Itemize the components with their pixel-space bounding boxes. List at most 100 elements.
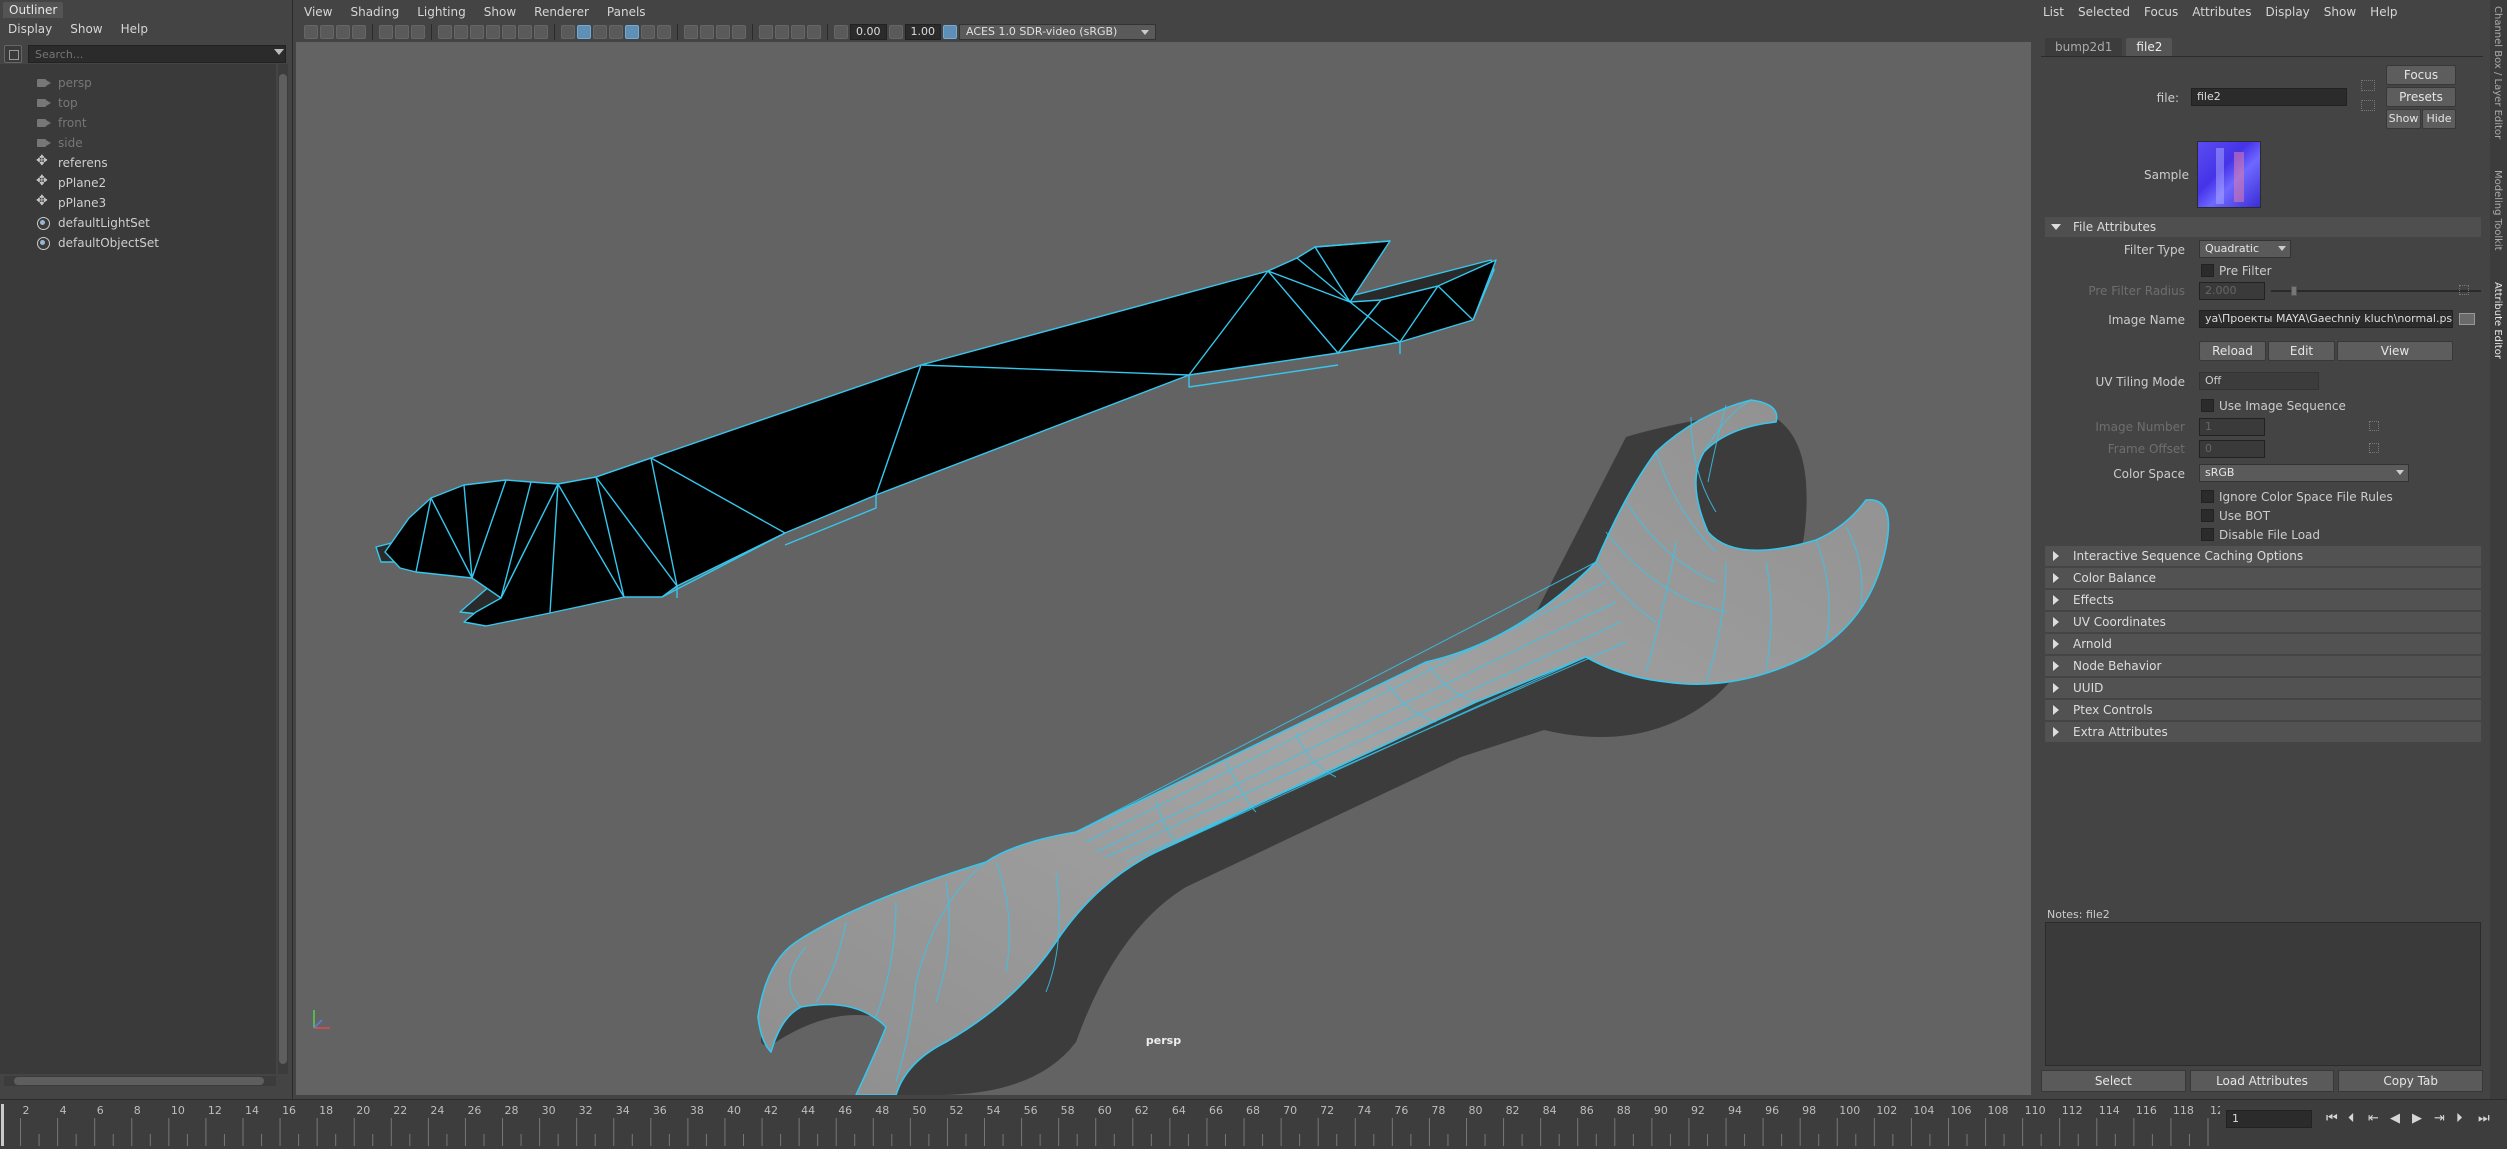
ae-menu-help[interactable]: Help <box>2370 5 2397 19</box>
copy-tab-button[interactable]: Copy Tab <box>2338 1070 2484 1092</box>
current-frame-field[interactable]: 1 <box>2226 1110 2312 1128</box>
smooth-wrench-mesh[interactable] <box>757 399 1890 1095</box>
pre-filter-radius-field[interactable]: 2.000 <box>2199 282 2265 300</box>
step-back-frame-icon[interactable]: ⏴ <box>2348 1111 2355 1126</box>
ae-menu-focus[interactable]: Focus <box>2144 5 2178 19</box>
wireframe-on-shaded-icon[interactable] <box>593 25 607 39</box>
isolate-select-icon[interactable] <box>684 25 698 39</box>
backface-culling-icon[interactable] <box>732 25 746 39</box>
outliner-vertical-scrollbar[interactable] <box>278 64 288 1074</box>
section-color-balance[interactable]: Color Balance <box>2045 568 2481 588</box>
section-uuid[interactable]: UUID <box>2045 678 2481 698</box>
exposure-icon[interactable] <box>834 25 848 39</box>
xray-joints-icon[interactable] <box>716 25 730 39</box>
outliner-title-tab[interactable]: Outliner <box>3 2 64 18</box>
tab-file2[interactable]: file2 <box>2126 38 2173 56</box>
slider-handle[interactable] <box>2291 286 2297 296</box>
resolution-gate-icon[interactable] <box>470 25 484 39</box>
section-arnold[interactable]: Arnold <box>2045 634 2481 654</box>
ae-menu-list[interactable]: List <box>2043 5 2064 19</box>
viewport-menu-panels[interactable]: Panels <box>607 5 646 19</box>
lowpoly-wrench-mesh[interactable] <box>375 240 1497 627</box>
tab-bump2d1[interactable]: bump2d1 <box>2045 38 2123 56</box>
go-to-end-icon[interactable]: ⏭ <box>2478 1111 2490 1126</box>
xray-icon[interactable] <box>700 25 714 39</box>
folder-icon[interactable] <box>2459 313 2475 325</box>
presets-button[interactable]: Presets <box>2386 87 2456 107</box>
color-space-dropdown[interactable]: sRGB <box>2199 464 2409 482</box>
outliner-horizontal-scrollbar[interactable] <box>4 1076 276 1086</box>
load-attributes-button[interactable]: Load Attributes <box>2189 1070 2335 1092</box>
viewport-menu-lighting[interactable]: Lighting <box>417 5 466 19</box>
lights-icon[interactable] <box>625 25 639 39</box>
outliner-item-front[interactable]: front <box>36 114 87 132</box>
go-to-start-icon[interactable]: ⏮ <box>2326 1111 2338 1126</box>
image-number-field[interactable]: 1 <box>2199 418 2265 436</box>
step-forward-key-icon[interactable]: ⇥ <box>2434 1111 2445 1126</box>
reload-button[interactable]: Reload <box>2199 341 2266 361</box>
section-extra-attributes[interactable]: Extra Attributes <box>2045 722 2481 742</box>
image-plane-icon[interactable] <box>352 25 366 39</box>
step-forward-frame-icon[interactable]: ⏵ <box>2456 1111 2463 1126</box>
play-forwards-icon[interactable]: ▶ <box>2412 1111 2422 1126</box>
map-button-icon[interactable] <box>2459 285 2469 295</box>
outliner-item-defaultobjectset[interactable]: defaultObjectSet <box>36 234 159 252</box>
camera-attributes-icon[interactable] <box>320 25 334 39</box>
outliner-item-persp[interactable]: persp <box>36 74 92 92</box>
outliner-item-referens[interactable]: referens <box>36 153 108 172</box>
gamma-field[interactable]: 1.00 <box>904 24 941 40</box>
play-backwards-icon[interactable]: ◀ <box>2390 1111 2400 1126</box>
hide-button[interactable]: Hide <box>2422 109 2456 129</box>
smooth-shade-icon[interactable] <box>577 25 591 39</box>
pencil-icon[interactable] <box>411 25 425 39</box>
viewport-menu-shading[interactable]: Shading <box>350 5 399 19</box>
outliner-item-top[interactable]: top <box>36 94 78 112</box>
select-button[interactable]: Select <box>2041 1070 2186 1092</box>
show-button[interactable]: Show <box>2386 109 2421 129</box>
input-connection-icon[interactable] <box>2361 80 2375 91</box>
textured-icon[interactable] <box>609 25 623 39</box>
use-bot-checkbox[interactable] <box>2201 509 2214 522</box>
node-name-field[interactable]: file2 <box>2191 88 2347 106</box>
film-gate-icon[interactable] <box>454 25 468 39</box>
outliner-item-pplane3[interactable]: pPlane3 <box>36 193 106 212</box>
ae-menu-attributes[interactable]: Attributes <box>2192 5 2251 19</box>
tab-attribute-editor[interactable]: Attribute Editor <box>2492 282 2503 359</box>
outliner-search-input[interactable] <box>28 45 286 63</box>
tab-channel-box[interactable]: Channel Box / Layer Editor <box>2492 6 2503 139</box>
2d-pan-zoom-icon[interactable] <box>379 25 393 39</box>
view-button[interactable]: View <box>2337 341 2453 361</box>
view-transform-dropdown[interactable]: ACES 1.0 SDR-video (sRGB) <box>959 24 1157 40</box>
select-tool-icon[interactable] <box>759 25 773 39</box>
select-camera-icon[interactable] <box>304 25 318 39</box>
ae-menu-show[interactable]: Show <box>2324 5 2356 19</box>
use-image-sequence-checkbox[interactable] <box>2201 399 2214 412</box>
outliner-menu-help[interactable]: Help <box>121 22 148 36</box>
outliner-item-side[interactable]: side <box>36 134 83 152</box>
scroll-thumb[interactable] <box>279 74 287 1064</box>
frame-selected-icon[interactable] <box>807 25 821 39</box>
map-button-icon[interactable] <box>2369 443 2379 453</box>
gamma-icon[interactable] <box>888 25 903 39</box>
output-connection-icon[interactable] <box>2361 100 2375 111</box>
exposure-field[interactable]: 0.00 <box>850 24 887 40</box>
search-options-chevron-down-icon[interactable] <box>274 49 284 55</box>
map-button-icon[interactable] <box>2369 421 2379 431</box>
step-back-key-icon[interactable]: ⇤ <box>2368 1111 2379 1126</box>
shadows-icon[interactable] <box>641 25 655 39</box>
edit-button[interactable]: Edit <box>2268 341 2335 361</box>
notes-textarea[interactable] <box>2045 922 2481 1066</box>
section-node-behavior[interactable]: Node Behavior <box>2045 656 2481 676</box>
safe-action-icon[interactable] <box>518 25 532 39</box>
section-ptex-controls[interactable]: Ptex Controls <box>2045 700 2481 720</box>
disable-file-load-checkbox[interactable] <box>2201 528 2214 541</box>
grease-pencil-icon[interactable] <box>395 25 409 39</box>
filter-type-dropdown[interactable]: Quadratic <box>2199 240 2291 258</box>
section-uv-coordinates[interactable]: UV Coordinates <box>2045 612 2481 632</box>
section-interactive-sequence-caching-options[interactable]: Interactive Sequence Caching Options <box>2045 546 2481 566</box>
outliner-item-pplane2[interactable]: pPlane2 <box>36 173 106 192</box>
scroll-thumb[interactable] <box>14 1077 264 1085</box>
color-management-icon[interactable] <box>943 25 957 39</box>
frame-all-icon[interactable] <box>791 25 805 39</box>
image-name-field[interactable]: ya\Проекты MAYA\Gaechniy kluch\normal.ps… <box>2199 310 2453 328</box>
